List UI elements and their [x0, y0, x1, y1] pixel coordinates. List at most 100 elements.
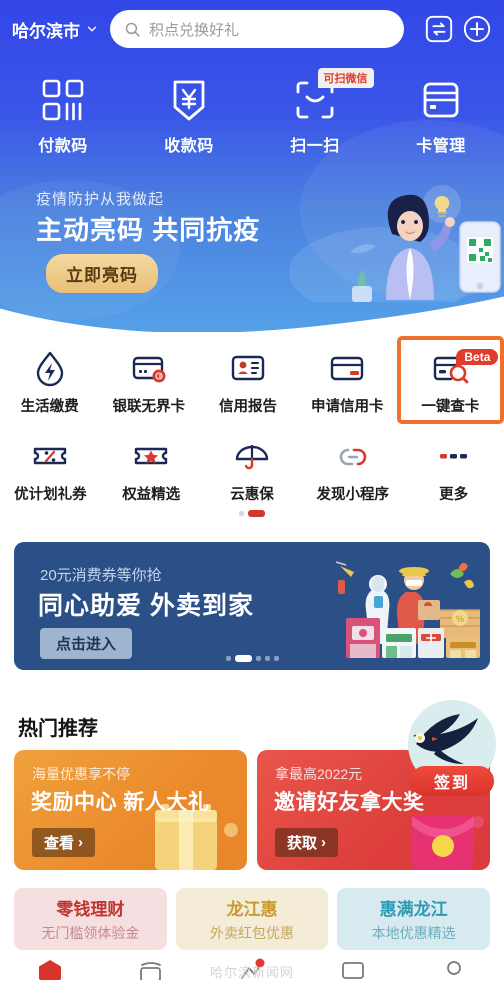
- health-code-banner[interactable]: 疫情防护从我做起 主动亮码 共同抗疫 立即亮码: [0, 182, 504, 302]
- checkin-widget[interactable]: 签到: [404, 700, 496, 798]
- tri-card-subtitle: 本地优惠精选: [371, 925, 456, 941]
- pager-dot[interactable]: [225, 656, 231, 661]
- messages-icon: [341, 962, 364, 979]
- hot-card-button-label: 查看: [44, 835, 75, 852]
- quick-action-payment-code[interactable]: 付款码: [0, 72, 126, 176]
- service-item-label: 一键查卡: [421, 399, 480, 415]
- credit-card-apply-icon: [328, 344, 366, 392]
- service-item-unionpay-card[interactable]: 银联无界卡: [99, 336, 198, 424]
- hot-card-button-label: 获取: [287, 835, 318, 852]
- checkin-button[interactable]: 签到: [410, 766, 494, 796]
- nurse-qr-illustration: [289, 185, 501, 302]
- chevron-right-icon: ›: [78, 834, 84, 851]
- service-grid: 生活缴费 银联无界卡 信用报告 申请信用卡 Beta 一键查卡 优计划礼券 权益…: [0, 336, 504, 526]
- hot-card-action-button[interactable]: 查看 ›: [32, 828, 96, 857]
- tri-card-local-deals[interactable]: 惠满龙江 本地优惠精选: [337, 888, 491, 950]
- unionpay-card-icon: [130, 344, 168, 392]
- show-code-button[interactable]: 立即亮码: [46, 254, 158, 293]
- pager-dot[interactable]: [255, 656, 261, 661]
- service-item-benefits[interactable]: 权益精选: [101, 424, 202, 512]
- search-bar[interactable]: 积点兑换好礼: [110, 10, 404, 48]
- tri-card-title: 龙江惠: [226, 900, 278, 919]
- tri-card-wealth[interactable]: 零钱理财 无门槛领体验金: [14, 888, 167, 950]
- transfer-icon[interactable]: [424, 14, 454, 44]
- card-stack-icon: [140, 962, 162, 980]
- city-selector[interactable]: 哈尔滨市: [12, 17, 98, 42]
- quick-action-label: 付款码: [38, 138, 88, 155]
- nav-item-profile[interactable]: [403, 954, 504, 980]
- service-item-label: 更多: [439, 487, 469, 503]
- tri-card-subtitle: 无门槛领体验金: [41, 925, 140, 941]
- quick-action-label: 扫一扫: [290, 138, 340, 155]
- service-item-miniprograms[interactable]: 发现小程序: [302, 424, 403, 512]
- pager-dot[interactable]: [264, 656, 270, 661]
- service-item-apply-credit-card[interactable]: 申请信用卡: [298, 336, 397, 424]
- nav-item-home[interactable]: [0, 954, 101, 980]
- home-icon: [39, 960, 62, 980]
- promo-subtitle: 20元消费券等你抢: [40, 567, 162, 584]
- hot-card-title: 奖励中心 新人大礼: [31, 791, 210, 814]
- tri-card-title: 惠满龙江: [379, 900, 448, 919]
- service-item-label: 生活缴费: [20, 399, 79, 415]
- quick-action-scan[interactable]: 可扫微信 扫一扫: [252, 68, 378, 176]
- service-item-insurance[interactable]: 云惠保: [202, 424, 303, 512]
- nav-item-cards[interactable]: [101, 954, 202, 980]
- miniprogram-cloud-icon: [334, 432, 372, 480]
- promo-banner[interactable]: % 20元消费券等你抢 同心助爱 外卖到家 点击进入: [14, 542, 490, 670]
- service-item-label: 云惠保: [230, 487, 274, 503]
- service-item-one-click-card-search[interactable]: Beta 一键查卡: [396, 336, 504, 424]
- hot-card-subtitle: 拿最高2022元: [275, 766, 363, 782]
- service-item-label: 发现小程序: [316, 487, 390, 503]
- hot-card-rewards-center[interactable]: 海量优惠享不停 奖励中心 新人大礼 查看 ›: [14, 750, 247, 870]
- coupon-star-icon: [132, 432, 170, 480]
- plus-circle-icon[interactable]: [462, 14, 492, 44]
- tri-card-subtitle: 外卖红包优惠: [210, 925, 294, 941]
- tri-card-longjianghui[interactable]: 龙江惠 外卖红包优惠: [175, 888, 329, 950]
- service-item-coupon-plan[interactable]: 优计划礼券: [0, 424, 101, 512]
- promo-title: 同心助爱 外卖到家: [38, 592, 254, 620]
- quick-action-label: 收款码: [164, 138, 214, 155]
- pager-dot-active[interactable]: [234, 655, 252, 662]
- service-grid-row-2: 优计划礼券 权益精选 云惠保 发现小程序 更多: [0, 424, 504, 512]
- pager-dot-active[interactable]: [248, 510, 265, 517]
- profile-icon: [446, 961, 461, 975]
- promo-pager[interactable]: [14, 655, 490, 662]
- service-item-credit-report[interactable]: 信用报告: [198, 336, 297, 424]
- chevron-down-icon: [87, 26, 97, 32]
- service-item-utilities[interactable]: 生活缴费: [0, 336, 99, 424]
- hot-section-title: 热门推荐: [18, 718, 98, 740]
- nav-item-messages[interactable]: [302, 954, 403, 980]
- discover-icon: [241, 958, 265, 979]
- quick-action-receive-code[interactable]: 收款码: [126, 72, 252, 176]
- quick-action-card-management[interactable]: 卡管理: [378, 72, 504, 176]
- hot-card-action-button[interactable]: 获取 ›: [275, 828, 339, 857]
- beta-badge: Beta: [456, 349, 499, 365]
- svg-text:%: %: [456, 614, 464, 624]
- chevron-right-icon: ›: [321, 834, 327, 851]
- quick-actions-row: 付款码 收款码 可扫微信 扫一扫 卡管理: [0, 68, 504, 176]
- service-item-label: 信用报告: [219, 399, 277, 415]
- search-icon: [125, 22, 140, 37]
- nav-item-discover[interactable]: [202, 954, 303, 980]
- id-report-icon: [229, 344, 267, 392]
- hot-card-subtitle: 海量优惠享不停: [32, 766, 130, 782]
- more-dots-icon: [435, 432, 473, 480]
- service-item-more[interactable]: 更多: [403, 424, 504, 512]
- qrcode-icon: [40, 72, 86, 128]
- service-item-label: 权益精选: [122, 487, 181, 503]
- city-label: 哈尔滨市: [12, 21, 80, 41]
- quick-action-label: 卡管理: [416, 138, 466, 155]
- service-item-label: 银联无界卡: [112, 399, 186, 415]
- health-banner-subtitle: 疫情防护从我做起: [36, 191, 165, 208]
- pager-dot[interactable]: [273, 656, 279, 661]
- tri-card-title: 零钱理财: [56, 900, 125, 919]
- app-header: 哈尔滨市 积点兑换好礼: [0, 0, 504, 58]
- bank-card-icon: [418, 72, 464, 128]
- top-blue-region: 哈尔滨市 积点兑换好礼 付款码 收款码 可扫微信 扫一扫 卡管理 疫情防护从我做…: [0, 0, 504, 332]
- receive-money-icon: [166, 72, 212, 128]
- service-grid-pager[interactable]: [0, 510, 504, 517]
- pager-dot[interactable]: [239, 511, 244, 516]
- service-item-label: 申请信用卡: [310, 399, 384, 415]
- service-grid-row-1: 生活缴费 银联无界卡 信用报告 申请信用卡 Beta 一键查卡: [0, 336, 504, 424]
- search-placeholder: 积点兑换好礼: [149, 21, 240, 39]
